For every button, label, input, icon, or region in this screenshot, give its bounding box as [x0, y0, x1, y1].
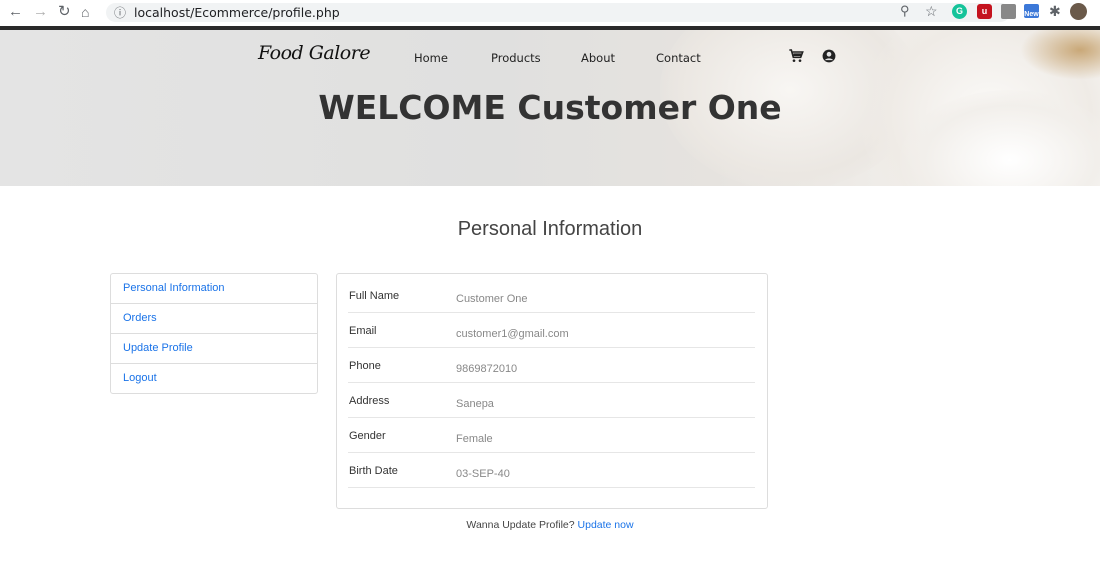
- new-badge-extension-icon[interactable]: New: [1024, 4, 1039, 18]
- home-icon[interactable]: ⌂: [81, 2, 89, 22]
- sidebar-item-personal-information[interactable]: Personal Information: [111, 274, 317, 304]
- field-label: Email: [349, 325, 377, 337]
- forward-icon[interactable]: →: [33, 2, 48, 22]
- info-row-email: Email customer1@gmail.com: [348, 313, 755, 348]
- bookmark-star-icon[interactable]: ☆: [925, 3, 938, 20]
- field-value: Sanepa: [456, 398, 494, 410]
- sidebar-item-logout[interactable]: Logout: [111, 364, 317, 393]
- site-logo[interactable]: Food Galore: [258, 42, 371, 64]
- update-now-link[interactable]: Update now: [578, 519, 634, 531]
- field-label: Full Name: [349, 290, 400, 302]
- ublock-extension-icon[interactable]: u: [977, 4, 992, 19]
- update-profile-text: Wanna Update Profile?: [466, 519, 575, 531]
- update-profile-prompt: Wanna Update Profile? Update now: [0, 519, 1100, 531]
- address-bar[interactable]: ⓘ localhost/Ecommerce/profile.php: [106, 3, 1010, 22]
- nav-contact-link[interactable]: Contact: [656, 51, 701, 65]
- info-row-phone: Phone 9869872010: [348, 348, 755, 383]
- info-row-address: Address Sanepa: [348, 383, 755, 418]
- info-row-gender: Gender Female: [348, 418, 755, 453]
- field-label: Address: [349, 395, 390, 407]
- welcome-heading: WELCOME Customer One: [318, 88, 782, 127]
- shopping-cart-icon[interactable]: [788, 48, 804, 64]
- user-account-icon[interactable]: [822, 49, 836, 63]
- profile-avatar[interactable]: [1070, 3, 1087, 20]
- field-value: 03-SEP-40: [456, 468, 510, 480]
- site-info-icon[interactable]: ⓘ: [114, 4, 126, 21]
- info-row-birth-date: Birth Date 03-SEP-40: [348, 453, 755, 488]
- field-value: Customer One: [456, 293, 528, 305]
- grammarly-extension-icon[interactable]: G: [952, 4, 967, 19]
- extensions-puzzle-icon[interactable]: ✱: [1049, 3, 1061, 20]
- page-title: Personal Information: [457, 218, 643, 240]
- personal-info-card: Full Name Customer One Email customer1@g…: [336, 273, 768, 509]
- info-row-full-name: Full Name Customer One: [348, 278, 755, 313]
- field-label: Gender: [349, 430, 386, 442]
- field-value: customer1@gmail.com: [456, 328, 569, 340]
- browser-toolbar: ← → ↻ ⌂ ⓘ localhost/Ecommerce/profile.ph…: [0, 0, 1100, 26]
- field-label: Birth Date: [349, 465, 398, 477]
- field-value: 9869872010: [456, 363, 518, 375]
- reload-icon[interactable]: ↻: [58, 2, 71, 22]
- nav-products-link[interactable]: Products: [491, 51, 541, 65]
- profile-sidebar: Personal Information Orders Update Profi…: [110, 273, 318, 394]
- extension-icon[interactable]: [1001, 4, 1016, 19]
- hero-banner: Food Galore Home Products About Contact …: [0, 30, 1100, 186]
- nav-home-link[interactable]: Home: [414, 51, 448, 65]
- url-text[interactable]: localhost/Ecommerce/profile.php: [134, 5, 340, 20]
- field-value: Female: [456, 433, 493, 445]
- sidebar-item-update-profile[interactable]: Update Profile: [111, 334, 317, 364]
- field-label: Phone: [349, 360, 381, 372]
- sidebar-item-orders[interactable]: Orders: [111, 304, 317, 334]
- back-icon[interactable]: ←: [8, 2, 23, 22]
- zoom-icon[interactable]: ⚲: [900, 3, 910, 19]
- nav-about-link[interactable]: About: [581, 51, 615, 65]
